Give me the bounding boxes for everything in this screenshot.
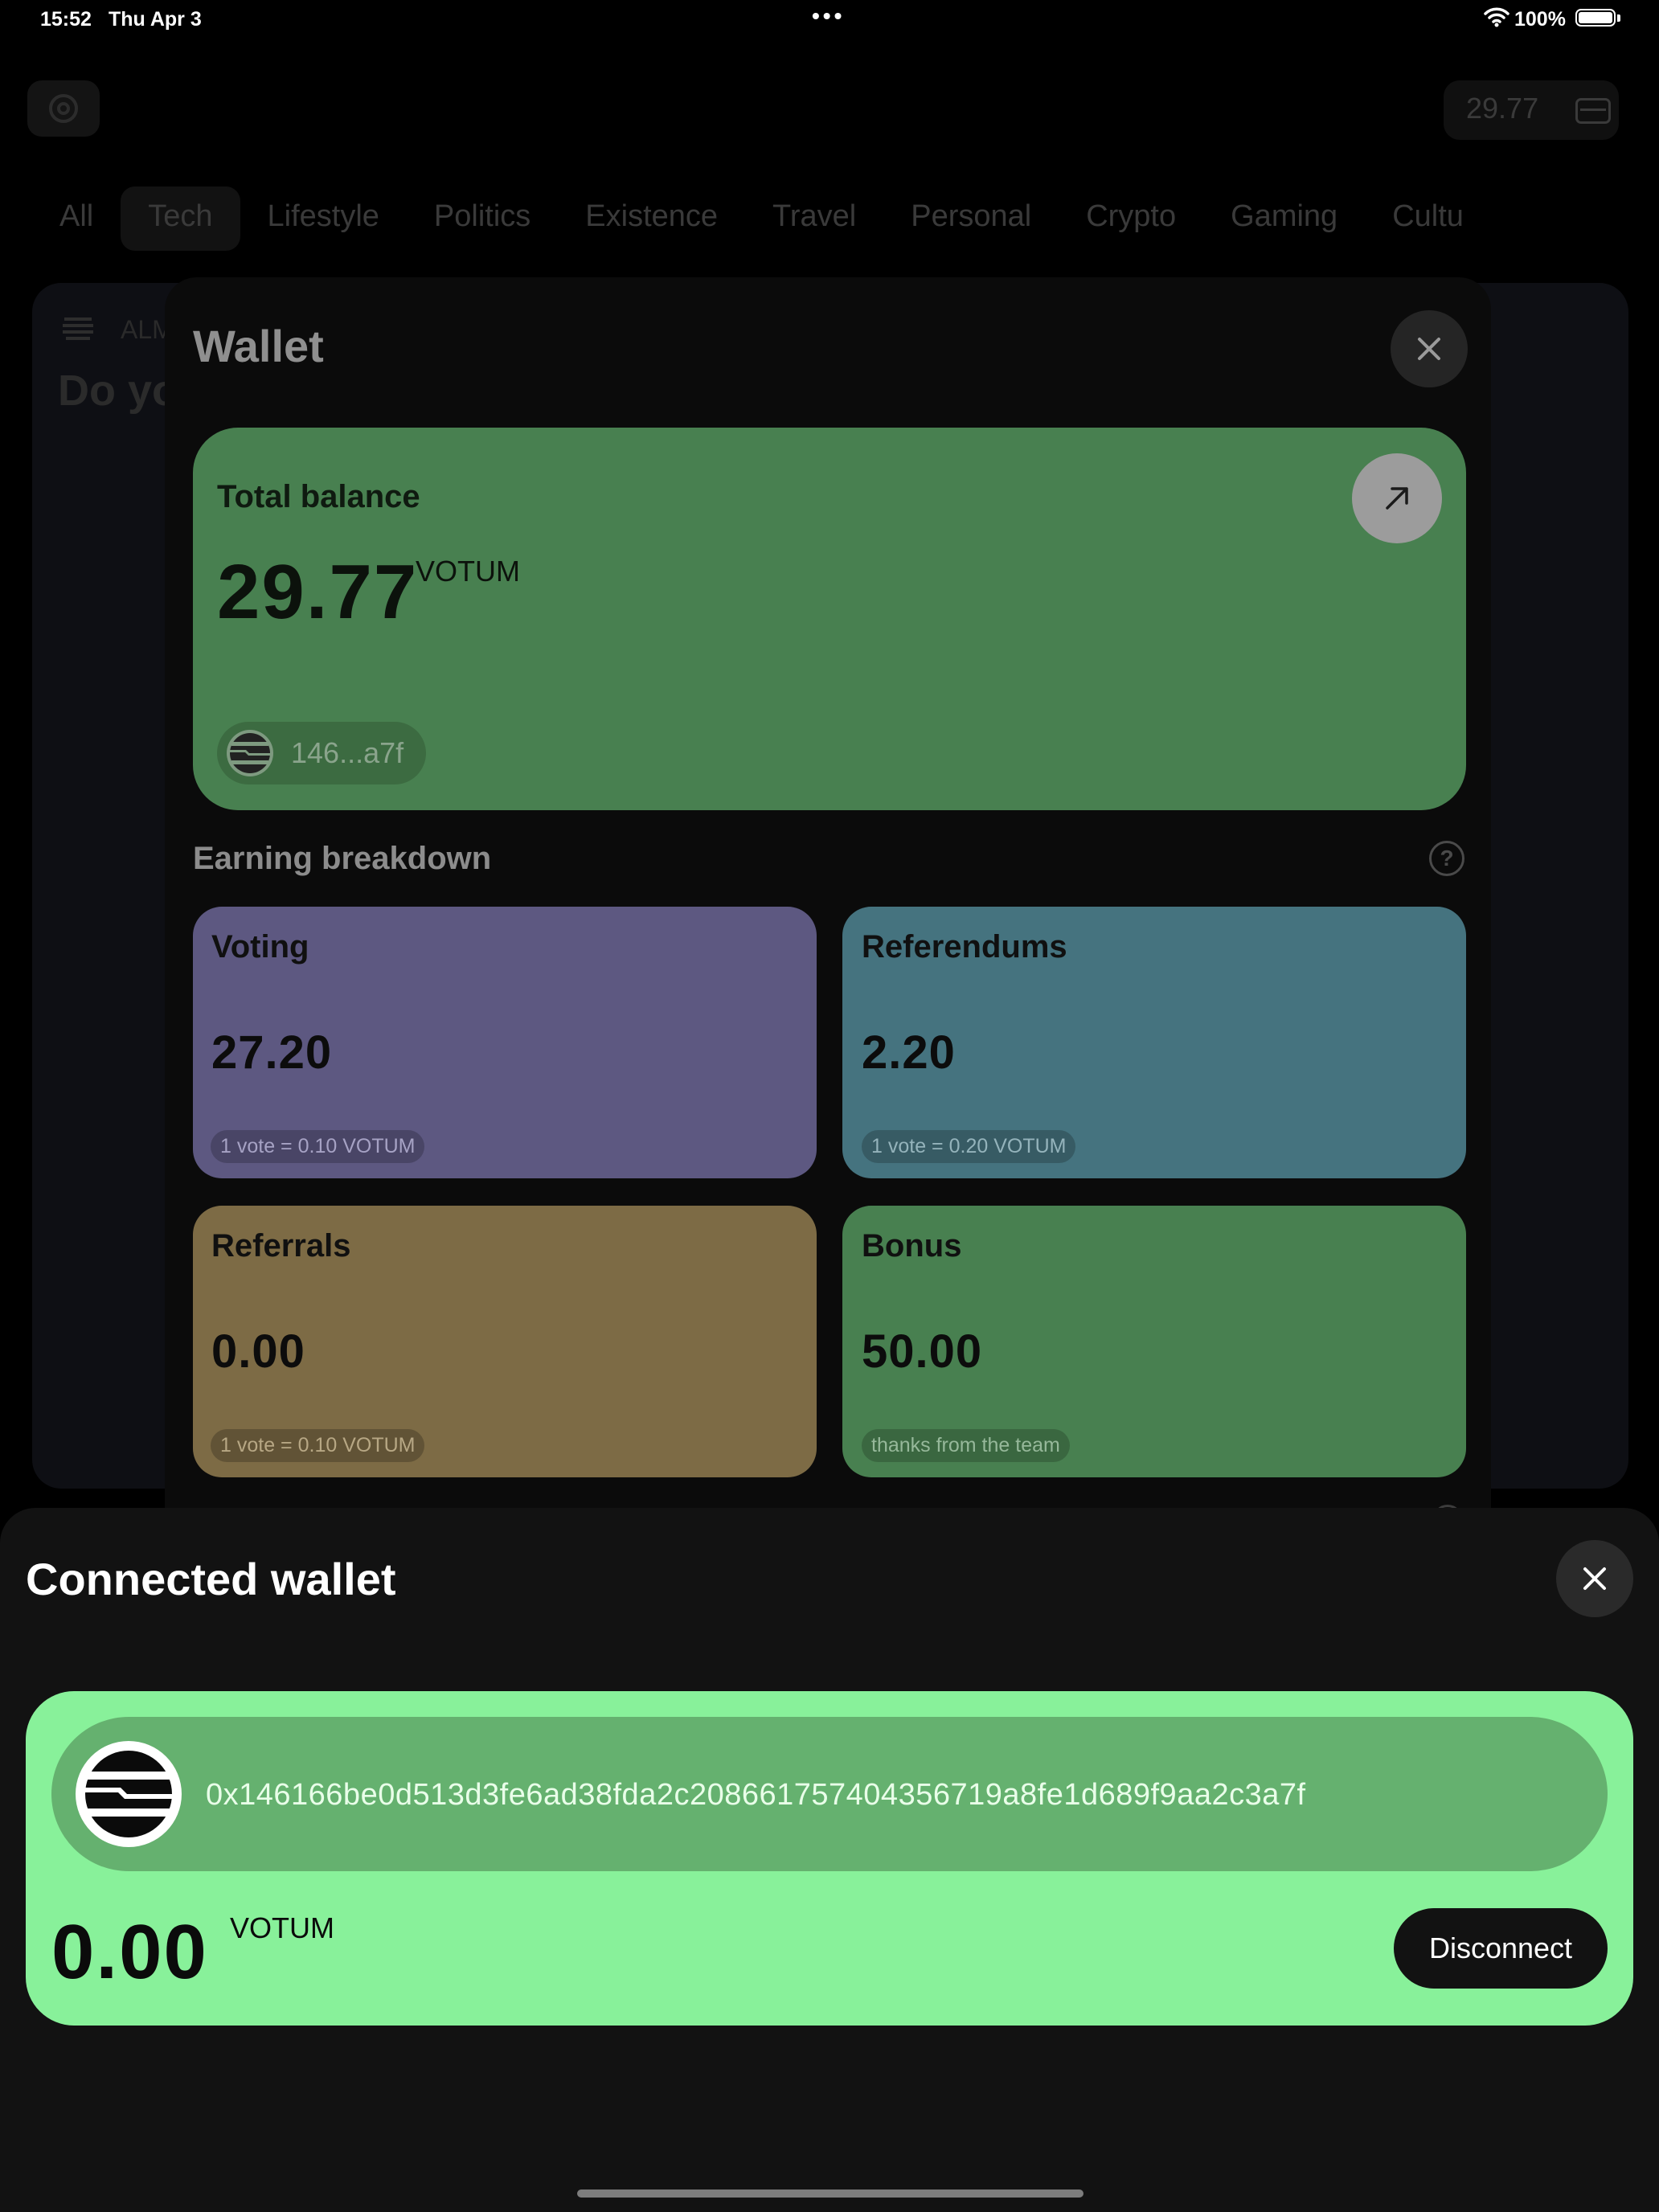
question-icon[interactable]: ? [1429,841,1464,876]
wallet-short-address: 146...a7f [291,736,404,769]
wallet-close-button[interactable] [1391,310,1468,387]
wifi-icon [1484,7,1509,27]
post-title: Do yo [58,367,179,415]
referendums-value: 2.20 [862,1026,956,1079]
tab-tech[interactable]: Tech [121,186,240,251]
bonus-note: thanks from the team [862,1429,1070,1462]
referendums-note: 1 vote = 0.20 VOTUM [862,1130,1076,1163]
arrow-up-right-icon [1386,487,1408,510]
tab-travel[interactable]: Travel [745,186,883,251]
author-logo-icon [63,317,93,340]
bonus-label: Bonus [862,1228,962,1264]
connected-wallet-balance: 0.00 [51,1909,208,1995]
disconnect-button[interactable]: Disconnect [1394,1908,1608,1989]
send-button[interactable] [1352,453,1442,543]
tab-all[interactable]: All [32,186,121,251]
status-bar: 15:52 Thu Apr 3 ••• 100% [0,0,1659,39]
total-balance-unit: VOTUM [416,555,520,588]
connected-wallet-close-button[interactable] [1556,1540,1633,1617]
multitasking-dots[interactable]: ••• [812,3,845,29]
tab-culture[interactable]: Cultu [1365,186,1491,251]
total-balance-label: Total balance [217,479,420,514]
referrals-label: Referrals [211,1228,351,1264]
tab-personal[interactable]: Personal [883,186,1059,251]
voting-value: 27.20 [211,1026,333,1079]
wallet-title: Wallet [193,321,324,371]
voting-label: Voting [211,929,309,965]
connected-wallet-address: 0x146166be0d513d3fe6ad38fda2c20866175740… [206,1778,1306,1812]
close-icon [1418,338,1440,360]
connected-wallet-title: Connected wallet [26,1554,396,1604]
battery-nub [1617,14,1620,22]
tab-lifestyle[interactable]: Lifestyle [240,186,407,251]
tab-existence[interactable]: Existence [558,186,745,251]
card-icon [1575,98,1611,124]
connected-wallet-unit: VOTUM [230,1911,334,1944]
category-tabs: All Tech Lifestyle Politics Existence Tr… [32,186,1491,251]
referendums-label: Referendums [862,929,1067,965]
total-balance-value: 29.77 [217,549,419,635]
tab-gaming[interactable]: Gaming [1203,186,1365,251]
voting-note: 1 vote = 0.10 VOTUM [211,1130,425,1163]
bonus-value: 50.00 [862,1325,983,1378]
close-icon [1583,1567,1606,1590]
aptos-logo-icon [227,730,273,776]
earning-breakdown-title: Earning breakdown [193,841,492,876]
battery-icon [1575,9,1616,27]
referrals-note: 1 vote = 0.10 VOTUM [211,1429,425,1462]
tab-crypto[interactable]: Crypto [1059,186,1203,251]
battery-percent: 100% [1514,8,1566,31]
aptos-logo-icon [76,1741,182,1847]
status-time: 15:52 [40,8,92,31]
gear-icon [49,94,78,123]
header-balance: 29.77 [1466,92,1539,125]
referrals-value: 0.00 [211,1325,305,1378]
tab-politics[interactable]: Politics [407,186,558,251]
home-indicator [577,2189,1083,2198]
status-date: Thu Apr 3 [109,8,202,31]
